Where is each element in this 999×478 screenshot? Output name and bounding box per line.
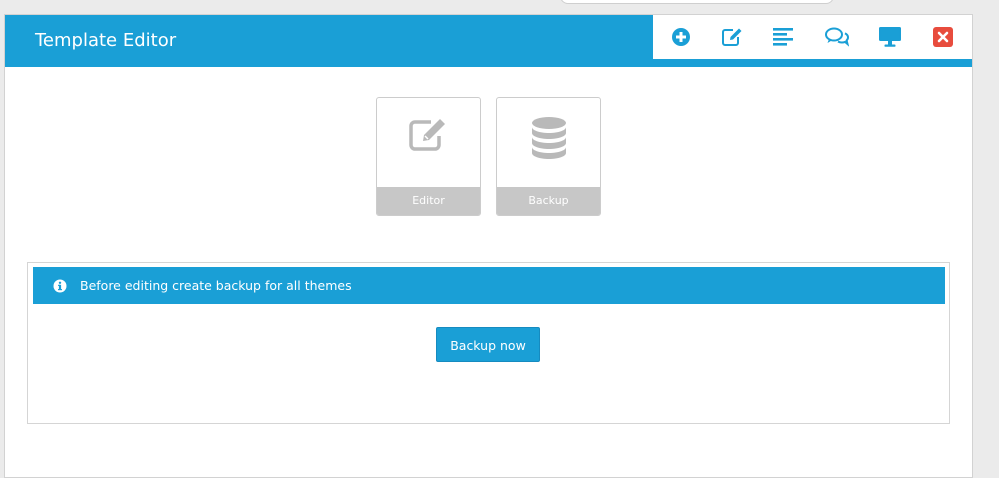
edit-icon: [722, 28, 742, 46]
tool-tiles: Editor Backup: [376, 97, 606, 217]
editor-tile[interactable]: Editor: [376, 97, 481, 216]
backup-now-button[interactable]: Backup now: [436, 327, 540, 362]
align-left-icon: [773, 28, 793, 46]
info-message: Before editing create backup for all the…: [80, 278, 352, 293]
close-button[interactable]: [931, 25, 955, 49]
background-window-edge: [560, 0, 834, 4]
edit-icon: [408, 119, 445, 151]
backup-tile-label: Backup: [497, 187, 600, 215]
add-button[interactable]: [669, 25, 693, 49]
database-icon: [531, 117, 566, 159]
close-icon: [933, 27, 953, 47]
toolbar: [653, 15, 972, 59]
editor-tile-label: Editor: [377, 187, 480, 215]
comments-button[interactable]: [825, 25, 849, 49]
plus-circle-icon: [672, 28, 690, 46]
comments-icon: [825, 27, 849, 47]
backup-tile[interactable]: Backup: [496, 97, 601, 216]
info-alert: Before editing create backup for all the…: [33, 267, 945, 304]
desktop-icon: [879, 27, 901, 47]
template-editor-panel: Template Editor Editor Backup Before edi…: [4, 14, 973, 478]
panel-title: Template Editor: [35, 30, 177, 51]
edit-button[interactable]: [720, 25, 744, 49]
panel-header: Template Editor: [5, 15, 972, 67]
info-icon: [53, 279, 67, 293]
align-button[interactable]: [772, 25, 796, 49]
desktop-button[interactable]: [878, 25, 902, 49]
backup-notice-box: Before editing create backup for all the…: [27, 262, 950, 424]
